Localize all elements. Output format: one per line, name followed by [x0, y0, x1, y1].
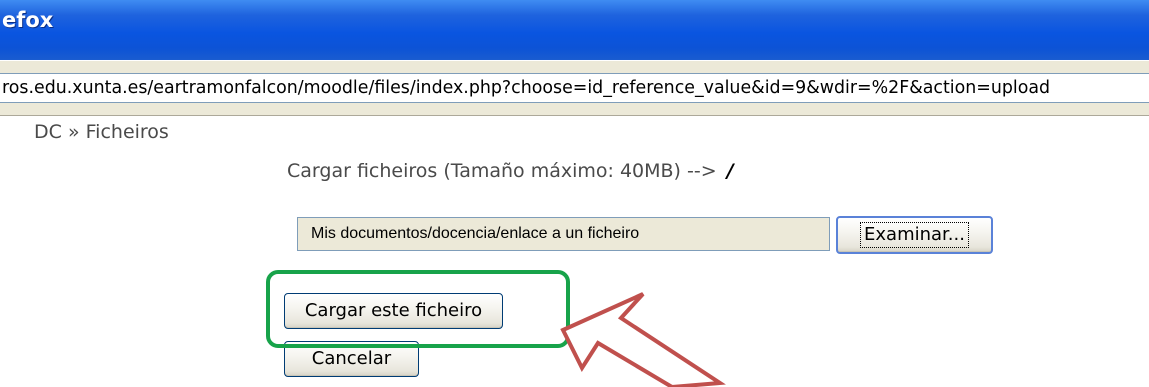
- window-title: efox: [2, 8, 54, 32]
- upload-heading-text: Cargar ficheiros (Tamaño máximo: 40MB) -…: [287, 160, 717, 182]
- breadcrumb-item-files: Ficheiros: [85, 121, 169, 143]
- upload-file-button[interactable]: Cargar este ficheiro: [284, 293, 503, 329]
- address-bar-input[interactable]: ros.edu.xunta.es/eartramonfalcon/moodle/…: [0, 73, 1149, 103]
- cancel-button[interactable]: Cancelar: [284, 341, 419, 377]
- file-path-input[interactable]: Mis documentos/docencia/enlace a un fich…: [297, 217, 830, 251]
- upload-heading: Cargar ficheiros (Tamaño máximo: 40MB) -…: [287, 160, 734, 182]
- browse-button-label: Examinar...: [860, 222, 969, 248]
- upload-directory: /: [726, 160, 734, 182]
- breadcrumb: DC » Ficheiros: [34, 121, 169, 143]
- navigation-toolbar: ros.edu.xunta.es/eartramonfalcon/moodle/…: [0, 60, 1149, 116]
- breadcrumb-separator: »: [67, 121, 80, 143]
- breadcrumb-item-course[interactable]: DC: [34, 121, 62, 143]
- browse-button[interactable]: Examinar...: [836, 216, 993, 254]
- window-titlebar: efox: [0, 0, 1149, 60]
